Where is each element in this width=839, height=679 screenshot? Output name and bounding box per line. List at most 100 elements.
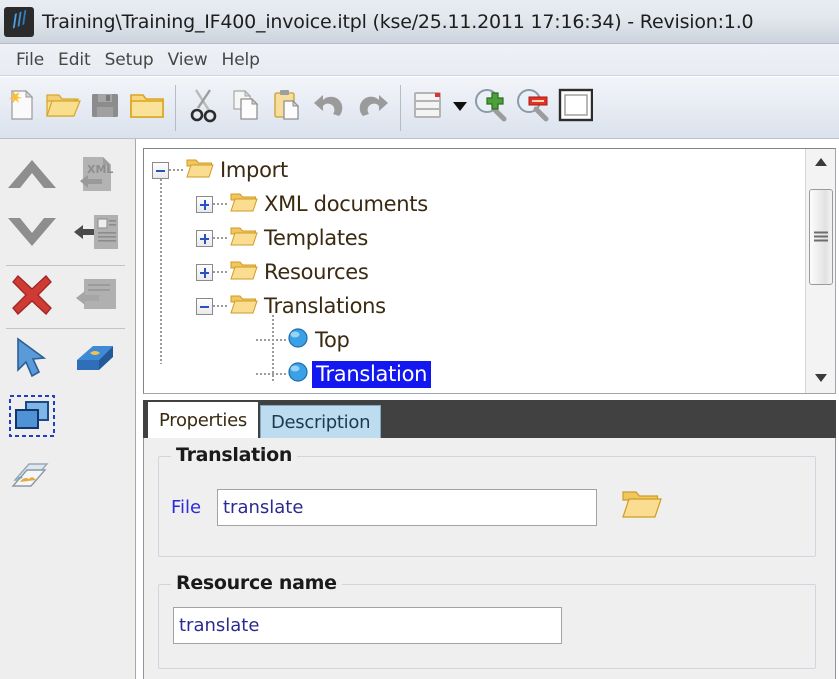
toolbar-separator-2 bbox=[400, 84, 401, 131]
chevron-down-icon bbox=[451, 99, 469, 117]
preview-button[interactable] bbox=[0, 447, 64, 505]
tree-node-templates[interactable]: Templates bbox=[144, 221, 784, 255]
chevron-up-icon bbox=[6, 154, 58, 199]
tree-connector bbox=[213, 271, 229, 273]
resource-name-group-title: Resource name bbox=[171, 572, 342, 594]
layout-list-button[interactable] bbox=[408, 84, 450, 132]
page-view-button[interactable] bbox=[554, 84, 596, 132]
redo-arrow-icon bbox=[354, 89, 390, 126]
undo-button[interactable] bbox=[309, 84, 351, 132]
duplicate-window-button[interactable] bbox=[0, 389, 64, 447]
move-up-button[interactable] bbox=[0, 147, 64, 205]
browse-file-button[interactable] bbox=[619, 485, 665, 527]
tree-connector bbox=[213, 305, 229, 307]
blue-sphere-icon bbox=[286, 360, 310, 389]
mouse-pointer-icon bbox=[10, 335, 54, 386]
blue-book-icon bbox=[73, 340, 119, 381]
window-title-bar: Training\Training_IF400_invoice.itpl (ks… bbox=[0, 0, 839, 44]
tree-node-xml-documents[interactable]: XML documents bbox=[144, 187, 784, 221]
menu-item-view[interactable]: View bbox=[161, 48, 215, 72]
menu-item-help[interactable]: Help bbox=[215, 48, 267, 72]
tree-vertical-scrollbar[interactable] bbox=[805, 149, 835, 393]
scrollbar-grip bbox=[814, 231, 828, 243]
import-data-button[interactable] bbox=[64, 205, 128, 263]
paste-button[interactable] bbox=[267, 84, 309, 132]
tree-connector bbox=[213, 237, 229, 239]
print-preview-icon bbox=[9, 454, 55, 499]
scroll-up-button[interactable] bbox=[806, 149, 835, 177]
file-field-label: File bbox=[171, 497, 202, 518]
sidebar-row-4 bbox=[0, 331, 135, 389]
clipboard-paste-icon bbox=[271, 88, 305, 127]
select-pointer-button[interactable] bbox=[0, 331, 64, 389]
layout-dropdown-caret[interactable] bbox=[450, 84, 470, 132]
move-down-button[interactable] bbox=[0, 205, 64, 263]
folder-button[interactable] bbox=[126, 84, 168, 132]
sidebar-divider-1 bbox=[6, 265, 125, 266]
folder-icon bbox=[128, 89, 166, 126]
open-folder-icon bbox=[229, 223, 259, 254]
menu-item-edit[interactable]: Edit bbox=[51, 48, 98, 72]
scroll-up-arrow-icon bbox=[814, 154, 828, 172]
save-button[interactable] bbox=[84, 84, 126, 132]
tree-node-translation[interactable]: Translation bbox=[144, 357, 784, 391]
redo-button[interactable] bbox=[351, 84, 393, 132]
menu-item-file[interactable]: File bbox=[9, 48, 51, 72]
translation-group-title: Translation bbox=[171, 444, 298, 466]
template-import-icon bbox=[74, 276, 118, 319]
import-tree-panel: Import XML documents Templates Resources… bbox=[143, 148, 836, 394]
tree-expander-plus-icon[interactable] bbox=[196, 195, 213, 213]
sidebar-empty-cell-2 bbox=[64, 447, 128, 505]
tree-node-import[interactable]: Import bbox=[144, 153, 784, 187]
tree-node-top[interactable]: Top bbox=[144, 323, 784, 357]
app-logo-icon bbox=[4, 6, 34, 37]
tree-node-label: Translations bbox=[264, 294, 386, 318]
main-toolbar bbox=[0, 77, 839, 139]
scroll-down-arrow-icon bbox=[814, 370, 828, 388]
open-folder-button[interactable] bbox=[42, 84, 84, 132]
magnifier-minus-icon bbox=[514, 87, 552, 128]
tab-description[interactable]: Description bbox=[259, 405, 382, 438]
resource-name-input[interactable]: translate bbox=[173, 607, 562, 644]
svg-text:XML: XML bbox=[87, 163, 113, 176]
tree-expander-plus-icon[interactable] bbox=[196, 229, 213, 247]
menu-item-setup[interactable]: Setup bbox=[98, 48, 161, 72]
toolbar-separator bbox=[175, 84, 176, 131]
file-input[interactable]: translate bbox=[217, 489, 597, 526]
tree-node-label: XML documents bbox=[264, 192, 428, 216]
tree-connector bbox=[256, 373, 286, 375]
dictionary-button[interactable] bbox=[64, 331, 128, 389]
tree-node-label: Top bbox=[315, 328, 350, 352]
import-xml-button[interactable]: XML bbox=[64, 147, 128, 205]
menu-bar: File Edit Setup View Help bbox=[0, 44, 839, 76]
scroll-down-button[interactable] bbox=[806, 365, 835, 393]
tree-node-label-selected: Translation bbox=[312, 360, 432, 388]
properties-tab-strip: Properties Description bbox=[143, 400, 836, 438]
new-document-button[interactable] bbox=[0, 84, 42, 132]
tree-connector bbox=[169, 169, 185, 171]
data-import-arrow-icon bbox=[72, 212, 120, 257]
tree-node-resources[interactable]: Resources bbox=[144, 255, 784, 289]
copy-button[interactable] bbox=[225, 84, 267, 132]
resource-name-group-box: Resource name translate bbox=[158, 572, 816, 669]
zoom-in-button[interactable] bbox=[470, 84, 512, 132]
left-tool-sidebar: XML bbox=[0, 139, 136, 679]
scrollbar-thumb[interactable] bbox=[809, 189, 833, 285]
tree-expander-minus-icon[interactable] bbox=[196, 297, 213, 315]
tree-node-translations[interactable]: Translations bbox=[144, 289, 784, 323]
tree-expander-minus-icon[interactable] bbox=[152, 161, 169, 179]
sidebar-empty-cell bbox=[64, 389, 128, 447]
tree-expander-plus-icon[interactable] bbox=[196, 263, 213, 281]
cut-button[interactable] bbox=[183, 84, 225, 132]
open-folder-icon bbox=[44, 88, 82, 127]
zoom-out-button[interactable] bbox=[512, 84, 554, 132]
delete-button[interactable] bbox=[0, 268, 64, 326]
open-folder-icon bbox=[185, 155, 215, 186]
sidebar-row-2 bbox=[0, 205, 135, 263]
sidebar-row-3 bbox=[0, 268, 135, 326]
magnifier-plus-icon bbox=[472, 87, 510, 128]
tab-properties[interactable]: Properties bbox=[148, 402, 258, 438]
blue-sphere-icon bbox=[286, 326, 310, 355]
import-template-button[interactable] bbox=[64, 268, 128, 326]
translation-group-box: Translation File translate bbox=[158, 444, 816, 557]
